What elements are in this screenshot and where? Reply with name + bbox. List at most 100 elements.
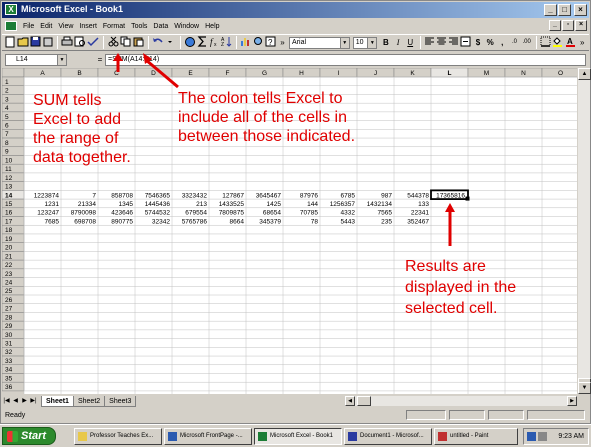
align-right-icon[interactable] <box>448 36 459 49</box>
table-cell[interactable]: 1231 <box>45 201 60 208</box>
menu-insert[interactable]: Insert <box>76 23 100 30</box>
table-cell[interactable]: 1256357 <box>330 201 356 208</box>
name-box[interactable]: L14 ▼ <box>5 53 67 66</box>
volume-icon[interactable] <box>538 432 547 441</box>
task-professor-teaches[interactable]: Professor Teaches Ex... <box>74 428 162 445</box>
align-left-icon[interactable] <box>424 36 435 49</box>
table-cell[interactable]: 133 <box>418 201 429 208</box>
last-sheet-icon[interactable]: ▶| <box>29 396 38 406</box>
open-icon[interactable] <box>17 36 29 49</box>
print-preview-icon[interactable] <box>74 36 86 49</box>
maximize-button[interactable]: □ <box>558 4 571 16</box>
table-cell[interactable]: 87976 <box>300 192 318 199</box>
borders-icon[interactable] <box>540 36 551 49</box>
drawing-icon[interactable] <box>253 36 264 49</box>
align-center-icon[interactable] <box>436 36 447 49</box>
menu-tools[interactable]: Tools <box>128 23 150 30</box>
task-excel[interactable]: Microsoft Excel - Book1 <box>254 428 342 445</box>
table-cell[interactable]: 352467 <box>407 218 429 225</box>
cut-icon[interactable] <box>107 36 119 49</box>
table-cell[interactable]: 987 <box>381 192 392 199</box>
function-icon[interactable]: fx <box>209 36 220 49</box>
table-cell[interactable]: 4332 <box>341 210 356 217</box>
increase-decimal-icon[interactable]: .0 <box>509 36 520 49</box>
undo-dropdown-icon[interactable] <box>165 36 176 49</box>
table-cell[interactable]: 1433525 <box>219 201 245 208</box>
toolbar-options-icon[interactable]: » <box>577 36 588 49</box>
horizontal-scroll-thumb[interactable] <box>357 396 371 406</box>
font-color-icon[interactable]: A <box>565 36 576 49</box>
table-cell[interactable]: 5443 <box>341 218 356 225</box>
workbook-close-button[interactable]: × <box>575 20 587 31</box>
table-cell[interactable]: 1432134 <box>367 201 393 208</box>
table-cell[interactable]: 22341 <box>411 210 429 217</box>
table-cell[interactable]: 7565 <box>378 210 393 217</box>
workbook-icon[interactable] <box>5 21 17 31</box>
start-button[interactable]: Start <box>2 427 56 445</box>
menu-view[interactable]: View <box>55 23 76 30</box>
menu-format[interactable]: Format <box>100 23 128 30</box>
menu-help[interactable]: Help <box>202 23 222 30</box>
percent-icon[interactable]: % <box>485 36 496 49</box>
table-cell[interactable]: 890775 <box>111 218 133 225</box>
comma-style-icon[interactable]: , <box>497 36 508 49</box>
active-cell-value[interactable]: 17365816 <box>436 192 465 199</box>
workbook-minimize-button[interactable]: _ <box>549 20 561 31</box>
table-cell[interactable]: 698708 <box>74 218 96 225</box>
currency-icon[interactable]: $ <box>472 36 483 49</box>
insert-function-icon[interactable]: = <box>95 55 105 64</box>
table-cell[interactable]: 8790098 <box>71 210 97 217</box>
table-cell[interactable]: 213 <box>196 201 207 208</box>
font-size-select[interactable]: 10 ▼ <box>352 36 378 49</box>
more-buttons-icon[interactable]: » <box>277 36 288 49</box>
network-icon[interactable] <box>527 432 536 441</box>
vertical-scrollbar[interactable]: ▲ ▼ <box>577 68 591 394</box>
table-cell[interactable]: 1445436 <box>145 201 171 208</box>
menu-window[interactable]: Window <box>171 23 202 30</box>
prev-sheet-icon[interactable]: ◀ <box>11 396 20 406</box>
tab-sheet2[interactable]: Sheet2 <box>72 395 106 407</box>
italic-icon[interactable]: I <box>392 36 403 49</box>
table-cell[interactable]: 544378 <box>407 192 429 199</box>
table-cell[interactable]: 7809875 <box>219 210 245 217</box>
chevron-down-icon[interactable]: ▼ <box>57 54 66 65</box>
table-cell[interactable]: 70785 <box>300 210 318 217</box>
table-cell[interactable]: 6785 <box>341 192 356 199</box>
menu-edit[interactable]: Edit <box>37 23 55 30</box>
table-cell[interactable]: 345379 <box>259 218 281 225</box>
select-all-button[interactable] <box>2 68 25 78</box>
tab-sheet3[interactable]: Sheet3 <box>104 395 137 407</box>
table-cell[interactable]: 858708 <box>111 192 133 199</box>
save-icon[interactable] <box>30 36 41 49</box>
hyperlink-icon[interactable] <box>184 36 196 49</box>
table-cell[interactable]: 3645467 <box>256 192 282 199</box>
workbook-restore-button[interactable]: ▫ <box>562 20 574 31</box>
table-cell[interactable]: 68654 <box>263 210 281 217</box>
table-cell[interactable]: 7 <box>92 192 96 199</box>
permission-icon[interactable] <box>42 36 53 49</box>
scroll-right-icon[interactable]: ▶ <box>567 396 577 406</box>
fill-handle[interactable] <box>465 196 470 201</box>
new-icon[interactable] <box>5 36 16 49</box>
table-cell[interactable]: 144 <box>307 201 318 208</box>
decrease-decimal-icon[interactable]: .00 <box>521 36 532 49</box>
scroll-up-icon[interactable]: ▲ <box>578 68 591 80</box>
first-sheet-icon[interactable]: |◀ <box>2 396 11 406</box>
table-cell[interactable]: 7546365 <box>145 192 171 199</box>
table-cell[interactable]: 3323432 <box>182 192 208 199</box>
tab-sheet1[interactable]: Sheet1 <box>41 395 74 407</box>
table-cell[interactable]: 8664 <box>230 218 245 225</box>
help-icon[interactable]: ? <box>265 36 276 49</box>
sort-ascending-icon[interactable]: AZ <box>221 36 232 49</box>
table-cell[interactable]: 1425 <box>267 201 282 208</box>
print-icon[interactable] <box>61 36 73 49</box>
autosum-icon[interactable] <box>197 36 208 49</box>
table-cell[interactable]: 1223874 <box>34 192 60 199</box>
close-button[interactable]: × <box>574 4 587 16</box>
table-cell[interactable]: 679554 <box>185 210 207 217</box>
table-cell[interactable]: 5765786 <box>182 218 208 225</box>
table-cell[interactable]: 32342 <box>152 218 170 225</box>
spelling-icon[interactable] <box>87 36 99 49</box>
minimize-button[interactable]: _ <box>544 4 557 16</box>
table-cell[interactable]: 127867 <box>222 192 244 199</box>
